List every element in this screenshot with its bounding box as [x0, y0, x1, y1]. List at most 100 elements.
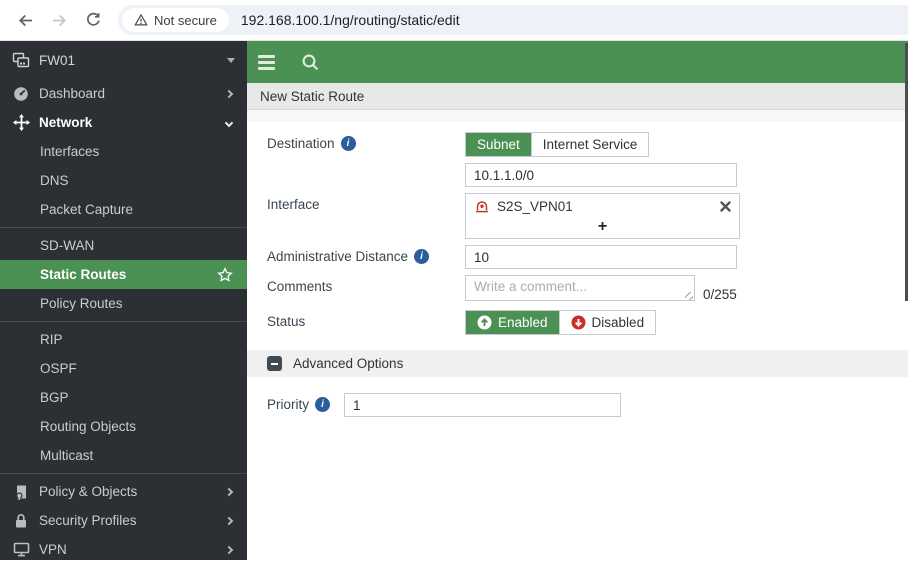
chevron-down-icon	[224, 118, 234, 127]
advanced-options-header: Advanced Options	[247, 350, 908, 377]
comments-label: Comments	[267, 279, 333, 294]
sidebar-item-label: Policy Routes	[40, 296, 123, 311]
sidebar-item-interfaces[interactable]: Interfaces	[0, 137, 247, 166]
info-icon[interactable]: i	[414, 249, 430, 264]
info-icon[interactable]: i	[340, 136, 356, 151]
option-label: Disabled	[591, 315, 645, 330]
header-spacer	[247, 110, 908, 122]
info-icon[interactable]: i	[315, 397, 331, 412]
sidebar-divider	[0, 227, 247, 228]
remove-interface-button[interactable]	[720, 200, 731, 212]
sidebar-item-label: Network	[39, 115, 93, 130]
interface-label: Interface	[267, 197, 320, 212]
admin-distance-input[interactable]	[465, 245, 737, 269]
destination-type-subnet-button[interactable]: Subnet	[466, 133, 531, 156]
page-title: New Static Route	[260, 88, 365, 104]
search-icon[interactable]	[301, 53, 320, 72]
sidebar-item-routing-objects[interactable]: Routing Objects	[0, 412, 247, 441]
sidebar-item-rip[interactable]: RIP	[0, 325, 247, 354]
sidebar-item-label: Interfaces	[40, 144, 100, 159]
warning-icon	[134, 13, 148, 26]
static-route-form: Destination i Subnet Internet Service In…	[247, 122, 908, 560]
fortigate-device-icon	[12, 52, 30, 68]
hamburger-menu-icon[interactable]	[258, 54, 275, 70]
priority-label: Priority	[267, 397, 310, 412]
comments-textarea[interactable]	[465, 275, 695, 301]
refresh-icon	[87, 12, 100, 26]
sidebar-item-packet-capture[interactable]: Packet Capture	[0, 195, 247, 224]
monitor-icon	[12, 542, 30, 557]
back-arrow-icon	[18, 14, 32, 26]
sidebar-item-label: DNS	[40, 173, 69, 188]
advanced-options-label: Advanced Options	[293, 356, 404, 371]
sidebar-divider	[0, 473, 247, 474]
sidebar-item-vpn[interactable]: VPN	[0, 535, 247, 560]
destination-subnet-input[interactable]	[465, 163, 737, 187]
status-label: Status	[267, 314, 306, 329]
forward-arrow-icon	[52, 14, 66, 26]
option-label: Enabled	[498, 315, 548, 330]
add-interface-button[interactable]: +	[466, 218, 739, 238]
sidebar-item-label: Static Routes	[40, 267, 127, 282]
sidebar-item-ospf[interactable]: OSPF	[0, 354, 247, 383]
close-icon	[720, 200, 731, 212]
device-selector[interactable]: FW01	[0, 41, 247, 79]
forward-button[interactable]	[44, 5, 74, 35]
sidebar-item-label: BGP	[40, 390, 69, 405]
main-content: New Static Route Destination i Subnet In…	[247, 41, 908, 560]
sidebar-item-policy-objects[interactable]: Policy & Objects	[0, 477, 247, 506]
favorite-star-icon[interactable]	[217, 266, 233, 283]
sidebar-item-bgp[interactable]: BGP	[0, 383, 247, 412]
status-disabled-button[interactable]: Disabled	[558, 311, 656, 334]
disabled-arrow-down-icon	[571, 315, 586, 330]
sidebar-item-sd-wan[interactable]: SD-WAN	[0, 231, 247, 260]
priority-input[interactable]	[344, 393, 622, 417]
network-move-icon	[12, 114, 30, 131]
destination-type-internet-service-button[interactable]: Internet Service	[530, 133, 649, 156]
security-label: Not secure	[154, 12, 217, 28]
interface-selected-entry: S2S_VPN01	[466, 194, 739, 218]
resize-handle[interactable]	[685, 292, 693, 300]
back-button[interactable]	[10, 5, 40, 35]
dashboard-gauge-icon	[12, 86, 30, 102]
comments-counter: 0/255	[703, 287, 737, 302]
sidebar-item-multicast[interactable]: Multicast	[0, 441, 247, 470]
enabled-arrow-up-icon	[477, 315, 492, 330]
sidebar-item-dns[interactable]: DNS	[0, 166, 247, 195]
sidebar-item-label: VPN	[39, 542, 67, 557]
address-bar[interactable]: Not secure 192.168.100.1/ng/routing/stat…	[118, 5, 908, 35]
sidebar-item-static-routes[interactable]: Static Routes	[0, 260, 247, 289]
device-name: FW01	[39, 52, 76, 68]
collapse-section-button[interactable]	[267, 356, 282, 371]
sidebar-item-label: RIP	[40, 332, 63, 347]
site-security-chip[interactable]: Not secure	[122, 8, 229, 32]
lock-icon	[12, 513, 30, 529]
interface-name: S2S_VPN01	[497, 198, 573, 214]
sidebar-divider	[0, 321, 247, 322]
sidebar-item-label: Routing Objects	[40, 419, 137, 434]
status-toggle: Enabled Disabled	[465, 310, 657, 335]
sidebar: FW01 Dashboard Network Interfaces DNS Pa…	[0, 41, 247, 560]
sidebar-item-label: Multicast	[40, 448, 94, 463]
sidebar-item-label: OSPF	[40, 361, 77, 376]
refresh-button[interactable]	[78, 5, 108, 35]
interface-select-box[interactable]: S2S_VPN01 +	[465, 193, 740, 239]
sidebar-item-network[interactable]: Network	[0, 108, 247, 137]
admin-distance-label: Administrative Distance	[267, 249, 409, 264]
breadcrumb: New Static Route	[247, 83, 908, 110]
sidebar-item-label: Security Profiles	[39, 513, 137, 528]
chevron-right-icon	[224, 516, 234, 525]
sidebar-item-label: Policy & Objects	[39, 484, 138, 499]
device-caret-icon	[227, 57, 235, 63]
sidebar-item-security-profiles[interactable]: Security Profiles	[0, 506, 247, 535]
chevron-right-icon	[224, 487, 234, 496]
sidebar-item-dashboard[interactable]: Dashboard	[0, 79, 247, 108]
sidebar-item-label: Dashboard	[39, 86, 106, 101]
sidebar-item-label: Packet Capture	[40, 202, 134, 217]
destination-type-toggle: Subnet Internet Service	[465, 132, 650, 157]
browser-toolbar: Not secure 192.168.100.1/ng/routing/stat…	[0, 0, 908, 41]
url-text: 192.168.100.1/ng/routing/static/edit	[240, 12, 460, 28]
option-label: Internet Service	[542, 137, 638, 152]
status-enabled-button[interactable]: Enabled	[466, 311, 559, 334]
sidebar-item-policy-routes[interactable]: Policy Routes	[0, 289, 247, 318]
